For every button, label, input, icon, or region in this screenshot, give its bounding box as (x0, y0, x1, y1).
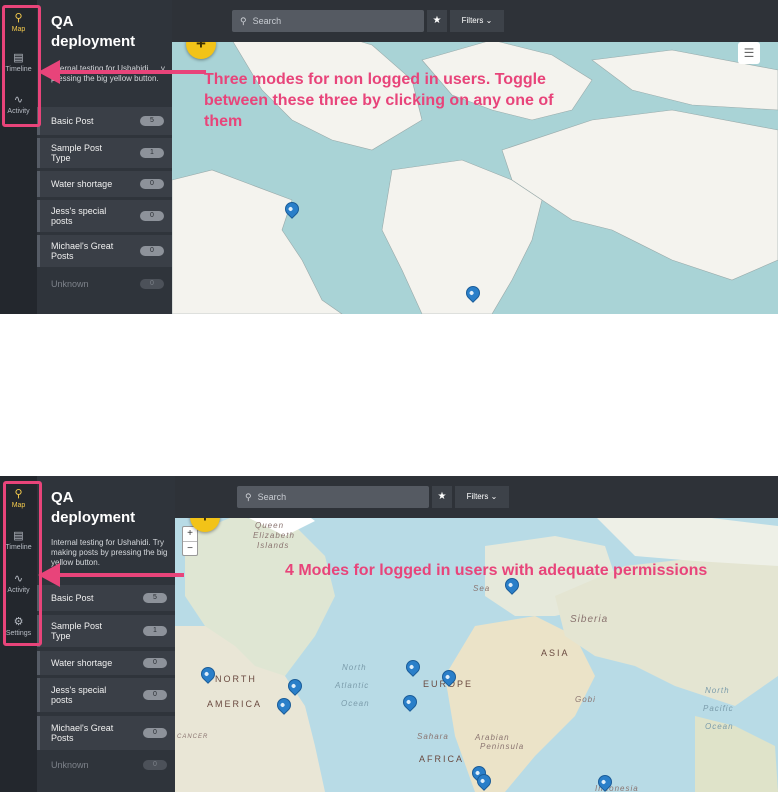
category-count[interactable]: 0 (143, 658, 167, 668)
category-count[interactable]: 0 (140, 279, 164, 289)
map-label: North (342, 663, 367, 672)
search-icon: ⚲ (245, 492, 252, 502)
layers-icon[interactable]: ☰ (738, 42, 760, 64)
filters-button[interactable]: Filters ⌄ (455, 486, 509, 508)
category-unknown[interactable]: Unknown 0 (37, 271, 172, 297)
map-label: Elizabeth (253, 531, 295, 540)
category-michaels-great-posts[interactable]: Michael's Great Posts 0 (37, 716, 175, 750)
deployment-title: QA deployment (51, 13, 136, 50)
map-label: Islands (257, 541, 290, 550)
search-input[interactable]: ⚲ Search (232, 10, 424, 32)
map-label: Siberia (570, 614, 609, 625)
category-jess-special-posts[interactable]: Jess's special posts 0 (37, 678, 175, 712)
zoom-control: + − (182, 526, 198, 556)
map-view[interactable]: Queen Elizabeth Islands Sea Siberia ASIA… (175, 476, 778, 792)
annotation-arrow (38, 563, 184, 587)
map-label: AMERICA (207, 699, 263, 709)
screenshot-logged-in: ⚲ Map ▤ Timeline ∿ Activity ⚙ Settings Q… (0, 476, 778, 792)
search-input[interactable]: ⚲ Search (237, 486, 429, 508)
map-label: Atlantic (335, 681, 370, 690)
category-basic-post[interactable]: Basic Post 5 (37, 107, 172, 135)
sidebar: QA deployment Internal testing for Ushah… (37, 0, 172, 314)
category-sample-post-type[interactable]: Sample Post Type 1 (37, 615, 175, 647)
map-label: Pacific (703, 704, 734, 713)
map-label: Arabian (475, 733, 510, 742)
category-water-shortage[interactable]: Water shortage 0 (37, 651, 175, 675)
saved-searches-star-icon[interactable]: ★ (427, 10, 447, 32)
zoom-out-button[interactable]: − (183, 542, 197, 556)
category-count[interactable]: 0 (140, 211, 164, 221)
annotation-modes-logged-out: Three modes for non logged in users. Tog… (204, 71, 554, 130)
map-label: Ocean (341, 699, 370, 708)
deployment-title: QA deployment (51, 489, 136, 526)
zoom-in-button[interactable]: + (183, 527, 197, 542)
map-label: Sahara (417, 732, 449, 741)
map-view[interactable]: + ☰ Three modes for non logged in users.… (172, 0, 778, 314)
search-icon: ⚲ (240, 16, 247, 26)
category-count[interactable]: 0 (143, 690, 167, 700)
category-count[interactable]: 1 (140, 148, 164, 158)
screenshot-logged-out: ⚲ Map ▤ Timeline ∿ Activity QA deploymen… (0, 0, 778, 314)
annotation-modes-logged-in: 4 Modes for logged in users with adequat… (285, 562, 708, 579)
category-count[interactable]: 0 (140, 246, 164, 256)
category-count[interactable]: 0 (143, 728, 167, 738)
category-unknown[interactable]: Unknown 0 (37, 753, 175, 777)
map-label: Queen (255, 521, 285, 530)
category-count[interactable]: 0 (143, 760, 167, 770)
category-count[interactable]: 1 (143, 626, 167, 636)
category-water-shortage[interactable]: Water shortage 0 (37, 171, 172, 197)
filters-button[interactable]: Filters ⌄ (450, 10, 504, 32)
map-label: Ocean (705, 722, 734, 731)
map-label: North (705, 686, 730, 695)
map-label: ASIA (541, 648, 570, 658)
category-count[interactable]: 0 (140, 179, 164, 189)
top-toolbar: ⚲ Search ★ Filters ⌄ (175, 476, 778, 518)
map-label: CANCER (177, 734, 209, 740)
category-michaels-great-posts[interactable]: Michael's Great Posts 0 (37, 235, 172, 267)
saved-searches-star-icon[interactable]: ★ (432, 486, 452, 508)
category-count[interactable]: 5 (140, 116, 164, 126)
category-sample-post-type[interactable]: Sample Post Type 1 (37, 138, 172, 168)
map-label: Gobi (575, 695, 596, 704)
map-label: Sea (473, 584, 491, 593)
map-label: NORTH (215, 674, 257, 684)
top-toolbar: ⚲ Search ★ Filters ⌄ (172, 0, 778, 42)
map-label: Peninsula (480, 742, 525, 751)
sidebar: QA deployment Internal testing for Ushah… (37, 476, 175, 792)
annotation-arrow (38, 60, 206, 84)
category-jess-special-posts[interactable]: Jess's special posts 0 (37, 200, 172, 232)
world-map-outline (172, 0, 778, 314)
map-label: AFRICA (419, 754, 465, 764)
